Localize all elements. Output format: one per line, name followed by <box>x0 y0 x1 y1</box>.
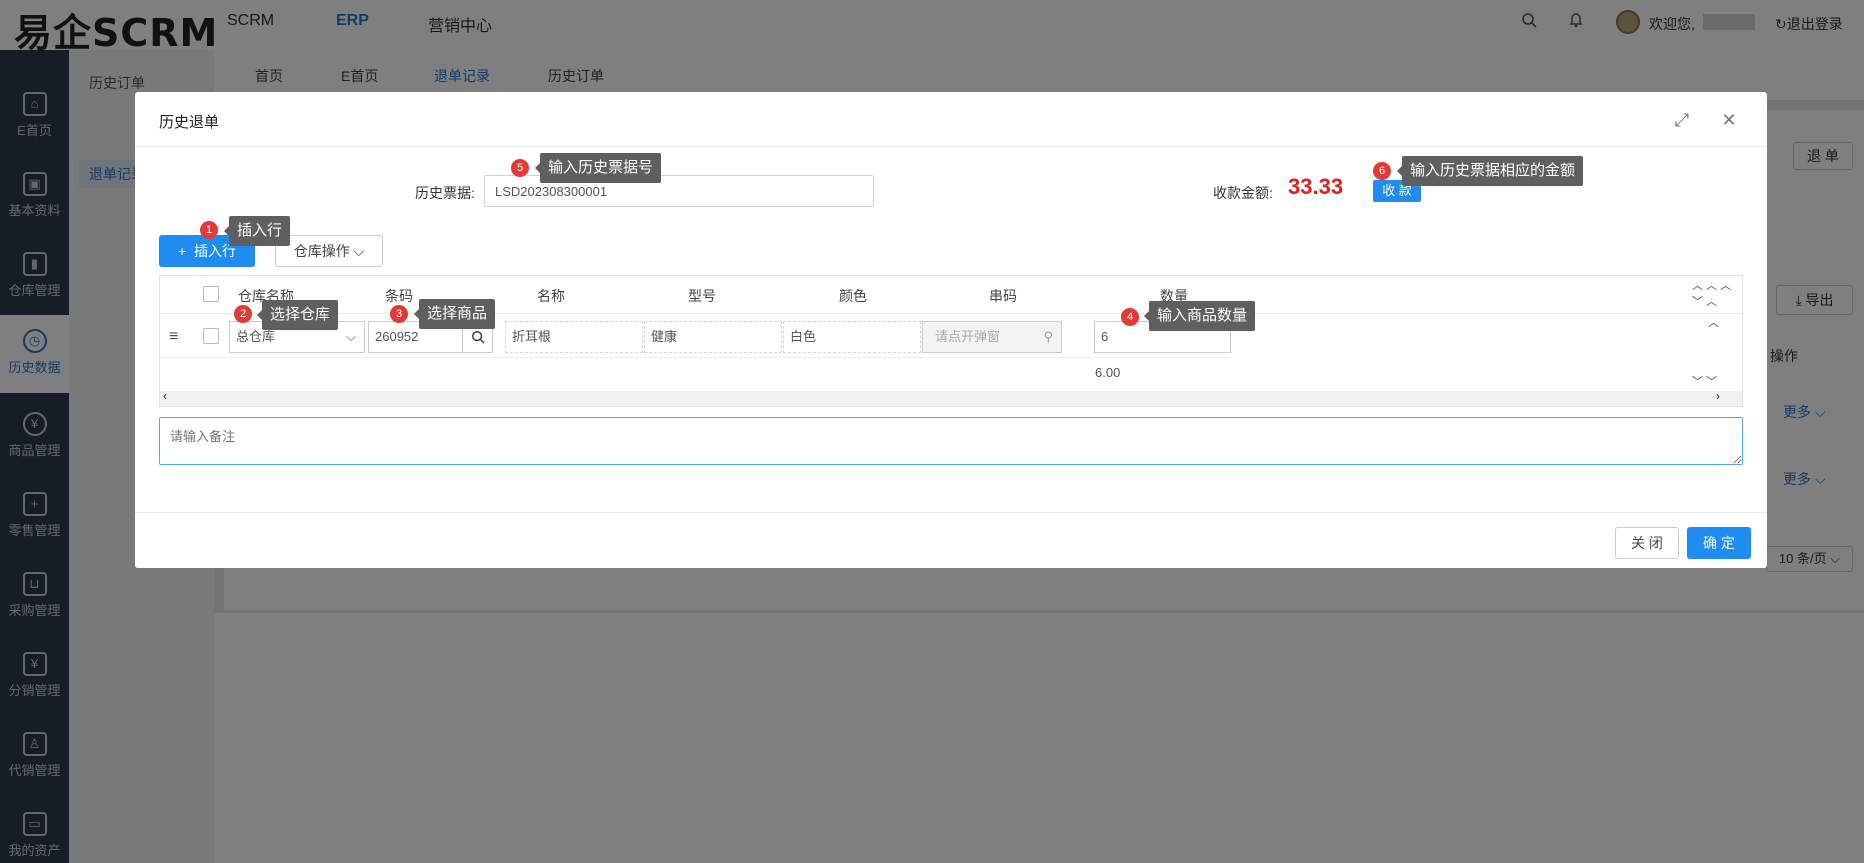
col-barcode: 条码 <box>385 288 413 304</box>
color-cell[interactable]: 白色 <box>783 321 921 353</box>
name-cell[interactable]: 折耳根 <box>505 321 643 353</box>
scroll-right-icon[interactable]: › <box>1716 389 1720 403</box>
step-badge-3: 3 <box>390 305 408 323</box>
qty-total: 6.00 <box>1095 365 1121 380</box>
remark-textarea[interactable] <box>159 417 1743 465</box>
chevron-down-icon: ⌵ <box>346 329 356 344</box>
col-name: 名称 <box>537 288 565 304</box>
model-cell[interactable]: 健康 <box>644 321 782 353</box>
amount-value[interactable]: 33.33 <box>1288 174 1343 200</box>
step-badge-6: 6 <box>1373 162 1391 180</box>
tip-enter-ticket: 输入历史票据号 <box>534 153 662 183</box>
dialog-footer-divider <box>135 512 1767 513</box>
search-icon: ⚲ <box>1043 329 1053 344</box>
ticket-label: 历史票据: <box>415 185 475 201</box>
dialog-title: 历史退单 <box>159 114 220 131</box>
col-serial: 串码 <box>989 288 1017 304</box>
search-icon <box>471 330 485 344</box>
fullscreen-icon[interactable]: ⤢ <box>1672 110 1692 130</box>
close-button[interactable]: 关 闭 <box>1615 527 1679 559</box>
tip-select-warehouse: 选择仓库 <box>256 300 339 330</box>
step-badge-5: 5 <box>511 159 529 177</box>
chevron-down-icon: ⌵ <box>353 243 365 259</box>
tip-insert-row: 插入行 <box>223 216 291 246</box>
step-badge-1: 1 <box>200 221 218 239</box>
row-checkbox[interactable] <box>203 328 219 344</box>
tip-enter-amount: 输入历史票据相应的金额 <box>1396 156 1584 186</box>
col-model: 型号 <box>688 288 716 304</box>
select-all-checkbox[interactable] <box>203 286 219 302</box>
warehouse-ops-dropdown[interactable]: 仓库操作 ⌵ <box>275 235 383 267</box>
warehouse-value: 总仓库 <box>236 329 276 344</box>
step-badge-2: 2 <box>234 305 252 323</box>
column-scroll-arrows[interactable]: ︿ ︿ ︿ ﹀ ︿ <box>1692 278 1731 310</box>
confirm-button[interactable]: 确 定 <box>1687 527 1751 559</box>
row-scroll-down-icon[interactable]: ﹀ ﹀ <box>1692 373 1717 389</box>
scroll-left-icon[interactable]: ‹ <box>163 389 167 403</box>
serial-input[interactable]: 请点开弹窗 ⚲ <box>922 321 1062 353</box>
horizontal-scrollbar[interactable]: ‹ › <box>160 389 1742 406</box>
amount-label: 收款金额: <box>1213 185 1273 201</box>
warehouse-ops-label: 仓库操作 <box>293 243 350 259</box>
col-color: 颜色 <box>839 288 867 304</box>
serial-placeholder: 请点开弹窗 <box>935 329 1001 344</box>
row-scroll-up-icon[interactable]: ︿ <box>1708 314 1719 330</box>
tip-enter-qty: 输入商品数量 <box>1143 301 1256 331</box>
plus-icon: + <box>178 243 187 259</box>
tip-select-goods: 选择商品 <box>413 299 496 329</box>
row-drag-handle-icon[interactable]: ≡ <box>169 328 178 346</box>
row-divider <box>160 357 1231 358</box>
detail-grid: 仓库名称 条码 名称 型号 颜色 串码 数量 ︿ ︿ ︿ ﹀ ︿ ≡ 总仓库 ⌵ … <box>159 275 1743 407</box>
step-badge-4: 4 <box>1121 308 1139 326</box>
dialog-header-divider <box>135 146 1767 147</box>
close-icon[interactable]: ✕ <box>1719 110 1739 130</box>
